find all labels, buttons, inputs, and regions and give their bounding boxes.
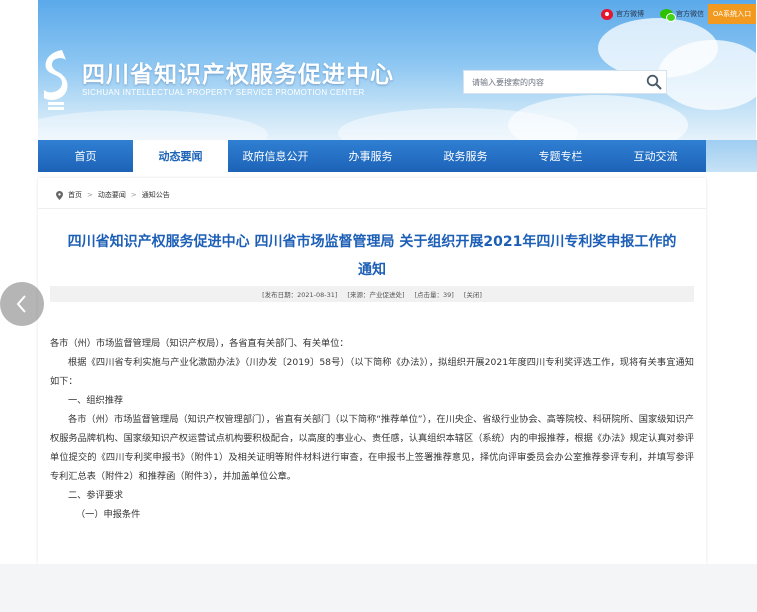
nav-right-fill: [706, 140, 757, 172]
top-links: 官方微博 官方微信: [601, 4, 704, 24]
main-nav: 首页 动态要闻 政府信息公开 办事服务 政务服务 专题专栏 互动交流: [38, 140, 706, 172]
breadcrumb-news[interactable]: 动态要闻: [98, 190, 126, 200]
wechat-link[interactable]: 官方微信: [660, 9, 704, 22]
logo-icon: [44, 50, 68, 110]
article-title-line2: 通知: [358, 262, 386, 278]
banner-cloud: [658, 40, 756, 110]
breadcrumb-notices[interactable]: 通知公告: [142, 190, 170, 200]
article-body: 各市（州）市场监督管理局（知识产权局），各省直有关部门、有关单位： 根据《四川省…: [50, 334, 694, 524]
site-subtitle: SICHUAN INTELLECTUAL PROPERTY SERVICE PR…: [82, 88, 365, 97]
wechat-label: 官方微信: [676, 10, 704, 18]
nav-item-topics[interactable]: 专题专栏: [513, 140, 608, 172]
article-title-line1: 四川省知识产权服务促进中心 四川省市场监督管理局 关于组织开展2021年四川专利…: [67, 234, 677, 250]
breadcrumb-divider: [38, 208, 706, 209]
click-count: [点击量：39]: [414, 291, 454, 299]
breadcrumb-home[interactable]: 首页: [68, 190, 82, 200]
article-title: 四川省知识产权服务促进中心 四川省市场监督管理局 关于组织开展2021年四川专利…: [48, 228, 696, 284]
article-panel: 首页 > 动态要闻 > 通知公告 四川省知识产权服务促进中心 四川省市场监督管理…: [38, 178, 706, 564]
nav-item-home[interactable]: 首页: [38, 140, 133, 172]
page-footer-band: [0, 564, 757, 612]
location-pin-icon: [56, 190, 63, 200]
breadcrumb: 首页 > 动态要闻 > 通知公告: [56, 190, 170, 200]
chevron-left-icon: [16, 295, 26, 313]
nav-item-gov-services[interactable]: 政务服务: [418, 140, 513, 172]
weibo-icon: [601, 8, 613, 20]
article-paragraph: 各市（州）市场监督管理局（知识产权局），各省直有关部门、有关单位：: [50, 338, 349, 349]
nav-item-gov-info[interactable]: 政府信息公开: [228, 140, 323, 172]
nav-item-services[interactable]: 办事服务: [323, 140, 418, 172]
site-title: 四川省知识产权服务促进中心: [82, 62, 394, 88]
article-paragraph: 根据《四川省专利实施与产业化激励办法》（川办发〔2019〕58号）（以下简称《办…: [50, 357, 694, 387]
article-section-heading: 一、组织推荐: [68, 395, 124, 406]
article-paragraph: 各市（州）市场监督管理局（知识产权管理部门），省直有关部门（以下简称“推荐单位”…: [50, 414, 694, 482]
article-subheading: （一）申报条件: [76, 509, 141, 520]
nav-item-interaction[interactable]: 互动交流: [608, 140, 703, 172]
oa-system-button[interactable]: OA系统入口: [708, 4, 756, 24]
search-input[interactable]: [463, 70, 667, 94]
publish-date: [发布日期：2021-08-31]: [262, 291, 338, 299]
weibo-label: 官方微博: [616, 10, 644, 18]
breadcrumb-separator: >: [130, 191, 137, 199]
wechat-icon: [660, 9, 676, 22]
article-source: [来源：产业促进处]: [347, 291, 405, 299]
close-link[interactable]: [关闭]: [464, 289, 482, 299]
search-icon[interactable]: [646, 74, 662, 90]
previous-arrow-button[interactable]: [0, 282, 44, 326]
article-meta-bar: [发布日期：2021-08-31] [来源：产业促进处] [点击量：39] [关…: [50, 286, 694, 302]
breadcrumb-separator: >: [87, 191, 93, 199]
article-section-heading: 二、参评要求: [68, 490, 124, 501]
nav-item-news[interactable]: 动态要闻: [133, 140, 228, 172]
weibo-link[interactable]: 官方微博: [601, 8, 644, 20]
banner-cloud: [38, 110, 268, 140]
